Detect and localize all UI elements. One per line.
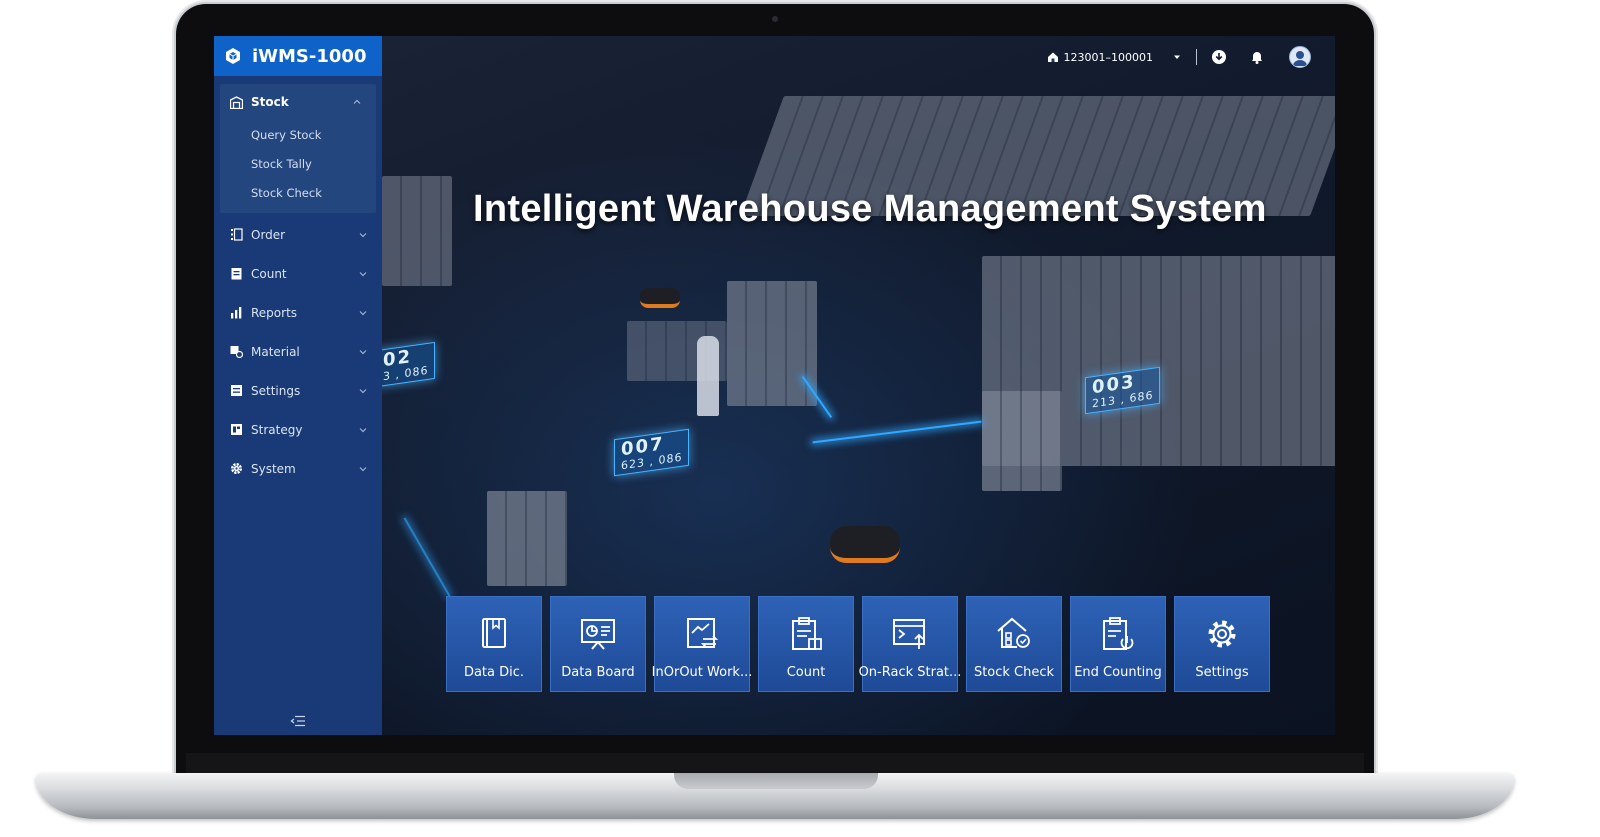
material-gear-icon [230,346,243,358]
chevron-down-icon [359,232,367,237]
sidebar-item-label: Strategy [251,422,303,437]
app-screen: 007 623 , 086 003 213 , 686 02 3 , 086 I… [214,36,1335,735]
top-bar: 123001–100001 [1047,42,1311,72]
sidebar-item-settings[interactable]: Settings [214,371,382,410]
sidebar-item-label: Order [251,227,286,242]
tile-label: Stock Check [973,665,1055,680]
tile-label: End Counting [1074,665,1162,680]
chevron-down-icon [359,466,367,471]
sidebar-item-stock[interactable]: Stock [220,84,376,120]
book-icon [482,618,506,648]
app-logo[interactable]: iWMS-1000 [214,36,382,76]
settings-panel-icon [231,385,242,396]
tile-data-dic[interactable]: Data Dic. [446,596,542,692]
tile-label: Data Dic. [463,665,525,680]
tile-count[interactable]: Count [758,596,854,692]
tile-inorout-work[interactable]: InOrOut Work... [651,596,753,692]
user-avatar-icon [1293,51,1307,66]
sidebar-item-label: Count [251,266,287,281]
page-title: Intelligent Warehouse Management System [473,188,1267,230]
warehouse-icon [230,95,243,109]
chevron-down-icon [359,349,367,354]
chevron-down-icon [359,271,367,276]
clipboard-icon [231,268,242,280]
sidebar-subitem-stock-check[interactable]: Stock Check [220,178,376,207]
cube-logo-icon [226,48,240,64]
sidebar-subitem-query-stock[interactable]: Query Stock [220,120,376,149]
sidebar-item-reports[interactable]: Reports [214,293,382,332]
caret-down-icon [1174,55,1180,59]
laptop-notch [674,773,878,789]
chevron-up-icon [353,99,361,104]
chevron-down-icon [359,388,367,393]
sidebar-item-system[interactable]: System [214,449,382,488]
sidebar-item-label: Settings [251,383,301,398]
tile-label: On-Rack Strat... [858,665,962,680]
chevron-down-icon [359,427,367,432]
sidebar-item-order[interactable]: Order [214,215,382,254]
collapse-sidebar-icon[interactable] [290,715,306,727]
warehouse-select[interactable]: 123001–100001 [1047,51,1182,64]
gear-icon [231,463,242,474]
sidebar-item-label: System [251,461,296,476]
tile-data-board[interactable]: Data Board [550,596,646,692]
strategy-icon [231,424,242,435]
sidebar: iWMS-1000 Stock Query Stock Stock Tally … [214,36,382,735]
scene-holo-label: 007 623 , 086 [614,428,690,477]
sidebar-item-label: Stock [251,95,289,109]
house-check-icon [997,617,1030,648]
inout-chart-icon [687,618,719,648]
warehouse-icon [1047,52,1058,62]
sidebar-group-stock: Stock Query Stock Stock Tally Stock Chec… [220,84,376,213]
gear-icon [1208,620,1236,648]
tile-label: InOrOut Work... [651,665,753,680]
laptop-bezel [186,753,1364,773]
chevron-down-icon [359,310,367,315]
laptop-camera [772,16,778,22]
tile-end-counting[interactable]: End Counting [1070,596,1166,692]
bell-icon[interactable] [1249,49,1265,65]
avatar[interactable] [1289,46,1311,68]
tile-label: Count [786,665,826,680]
download-icon[interactable] [1211,49,1227,65]
tile-label: Data Board [561,665,635,680]
presentation-board-icon [581,619,615,650]
sidebar-item-count[interactable]: Count [214,254,382,293]
tile-settings[interactable]: Settings [1174,596,1270,692]
app-logo-text: iWMS-1000 [252,45,367,67]
sidebar-item-strategy[interactable]: Strategy [214,410,382,449]
sidebar-item-label: Reports [251,305,298,320]
clipboard-count-icon [792,617,822,650]
quick-access-tiles: Data Dic. Data Board InOrOut Work... Cou… [446,596,1270,692]
warehouse-code: 123001–100001 [1063,50,1153,64]
sidebar-item-label: Material [251,344,300,359]
tile-stock-check[interactable]: Stock Check [966,596,1062,692]
topbar-divider [1196,49,1197,65]
bar-chart-icon [231,307,242,319]
tile-on-rack-strategy[interactable]: On-Rack Strat... [859,596,961,692]
tile-label: Settings [1195,665,1249,680]
scene-holo-label: 02 3 , 086 [382,341,436,388]
sidebar-subitem-stock-tally[interactable]: Stock Tally [220,149,376,178]
clipboard-power-icon [1103,617,1134,650]
list-order-icon [231,228,243,241]
sidebar-item-material[interactable]: Material [214,332,382,371]
terminal-upload-icon [893,619,925,649]
